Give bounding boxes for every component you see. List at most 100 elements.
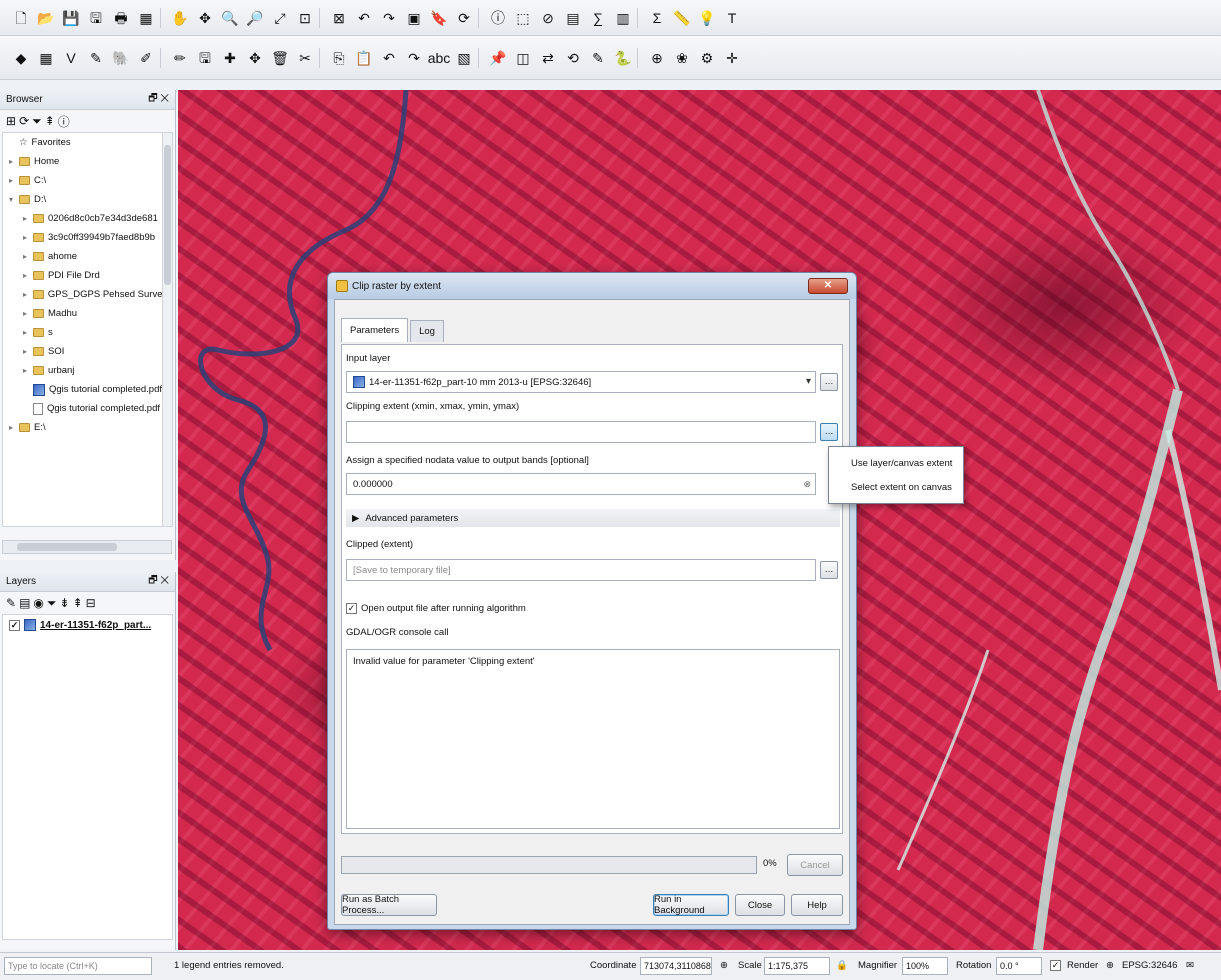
refresh-icon[interactable]: ⟳ <box>19 114 29 128</box>
messages-icon[interactable]: ✉ <box>1186 960 1194 971</box>
field-calc-icon[interactable]: ∑ <box>587 7 609 29</box>
expand-arrow-icon[interactable]: ▸ <box>23 347 33 356</box>
collapse-icon[interactable]: ⇞ <box>45 114 55 128</box>
expand-arrow-icon[interactable]: ▸ <box>9 176 19 185</box>
tree-item[interactable]: ▸ ahome <box>3 247 172 266</box>
grass-icon[interactable]: ❀ <box>671 47 693 69</box>
expand-arrow-icon[interactable]: ▸ <box>23 328 33 337</box>
tree-item[interactable]: ▸ Home <box>3 152 172 171</box>
add-group-icon[interactable]: ▤ <box>19 596 30 610</box>
rotate-label-icon[interactable]: ⟲ <box>562 47 584 69</box>
statistics-icon[interactable]: ▥ <box>612 7 634 29</box>
zoom-last-icon[interactable]: ↶ <box>353 7 375 29</box>
show-label-icon[interactable]: ◫ <box>512 47 534 69</box>
measure-icon[interactable]: 📏 <box>671 7 693 29</box>
style-icon[interactable]: ✎ <box>6 596 16 610</box>
undo-icon[interactable]: ↶ <box>378 47 400 69</box>
horizontal-scrollbar[interactable] <box>2 540 172 554</box>
pin-label-icon[interactable]: 📌 <box>487 47 509 69</box>
add-postgis-icon[interactable]: 🐘 <box>110 47 132 69</box>
menu-item-select-extent-on-canvas[interactable]: Select extent on canvas <box>829 475 963 499</box>
redo-icon[interactable]: ↷ <box>403 47 425 69</box>
expand-icon[interactable]: ⇟ <box>60 596 70 610</box>
print-layout-icon[interactable]: 🖶 <box>110 7 132 29</box>
layer-visibility-checkbox[interactable]: ✓ <box>9 619 20 631</box>
expand-arrow-icon[interactable]: ▸ <box>23 290 33 299</box>
zoom-selection-icon[interactable]: ⊠ <box>328 7 350 29</box>
label-icon[interactable]: abc <box>428 47 451 69</box>
bookmarks-icon[interactable]: 🔖 <box>428 7 450 29</box>
render-toggle[interactable]: ✓ Render <box>1050 960 1098 971</box>
copy-icon[interactable]: ⎘ <box>328 47 350 69</box>
tab-log[interactable]: Log <box>410 320 444 342</box>
zoom-full-icon[interactable]: ⤢ <box>269 7 291 29</box>
deselect-icon[interactable]: ⊘ <box>537 7 559 29</box>
expand-arrow-icon[interactable]: ▾ <box>9 195 19 204</box>
refresh-icon[interactable]: ⟳ <box>453 7 475 29</box>
nodata-spinbox[interactable]: 0.000000 ⊗ <box>346 473 816 495</box>
rotation-spinbox[interactable]: 0.0 ° <box>996 957 1042 975</box>
expand-arrow-icon[interactable]: ▸ <box>23 214 33 223</box>
toggle-editing-icon[interactable]: ✏ <box>169 47 191 69</box>
tree-item[interactable]: ▸ C:\ <box>3 171 172 190</box>
add-selected-icon[interactable]: ⊞ <box>6 114 16 128</box>
tree-item[interactable]: ▸ s <box>3 323 172 342</box>
collapse-icon[interactable]: ⇞ <box>73 596 83 610</box>
paste-icon[interactable]: 📋 <box>353 47 375 69</box>
zoom-next-icon[interactable]: ↷ <box>378 7 400 29</box>
expand-arrow-icon[interactable]: ▸ <box>23 233 33 242</box>
clipping-extent-field[interactable] <box>346 421 816 443</box>
lock-icon[interactable]: 🔒 <box>836 960 848 971</box>
zoom-to-layer-icon[interactable]: ⊡ <box>294 7 316 29</box>
pan-to-selection-icon[interactable]: ✥ <box>194 7 216 29</box>
tips-icon[interactable]: 💡 <box>696 7 718 29</box>
coordinate-field[interactable]: 713074,3110868 <box>640 957 712 975</box>
pan-icon[interactable]: ✋ <box>169 7 191 29</box>
close-icon[interactable]: 🗗 ✕ <box>148 573 169 590</box>
tree-item[interactable]: ▸ SOI <box>3 342 172 361</box>
add-csv-icon[interactable]: V <box>60 47 82 69</box>
attribute-table-icon[interactable]: ▤ <box>562 7 584 29</box>
magnifier-spinbox[interactable]: 100% <box>902 957 948 975</box>
new-project-icon[interactable]: 🗋 <box>10 7 32 29</box>
console-textarea[interactable]: Invalid value for parameter 'Clipping ex… <box>346 649 840 829</box>
expand-arrow-icon[interactable]: ▸ <box>23 252 33 261</box>
extent-menu-button[interactable]: … <box>820 423 838 441</box>
advanced-parameters-toggle[interactable]: ▶ Advanced parameters <box>346 509 840 527</box>
open-output-checkbox[interactable]: ✓ <box>346 603 357 614</box>
run-background-button[interactable]: Run in Background <box>653 894 729 916</box>
info-icon[interactable]: ⓘ <box>58 113 70 130</box>
clear-icon[interactable]: ⊗ <box>803 479 811 490</box>
tree-item[interactable]: ▸ Madhu <box>3 304 172 323</box>
move-feature-icon[interactable]: ✥ <box>244 47 266 69</box>
tree-item[interactable]: ▸ E:\ <box>3 418 172 437</box>
browse-button[interactable]: … <box>820 373 838 391</box>
layer-labeling-icon[interactable]: ▧ <box>453 47 475 69</box>
tree-item[interactable]: ▸ PDI File Drd <box>3 266 172 285</box>
crs-button[interactable]: EPSG:32646 <box>1122 960 1177 971</box>
sum-icon[interactable]: Σ <box>646 7 668 29</box>
save-edits-icon[interactable]: 🖫 <box>194 47 216 69</box>
close-button[interactable]: Close <box>735 894 785 916</box>
add-spatialite-icon[interactable]: ✎ <box>85 47 107 69</box>
crosshair-icon[interactable]: ✛ <box>721 47 743 69</box>
cut-icon[interactable]: ✂ <box>294 47 316 69</box>
expand-arrow-icon[interactable]: ▸ <box>23 309 33 318</box>
menu-item-use-layer-extent[interactable]: Use layer/canvas extent <box>829 451 963 475</box>
tree-item[interactable]: ☆ Favorites <box>3 133 172 152</box>
save-as-icon[interactable]: 🖫 <box>85 7 107 29</box>
filter-icon[interactable]: ⏷ <box>32 114 42 129</box>
tree-item[interactable]: ▾ D:\ <box>3 190 172 209</box>
close-button[interactable]: ✕ <box>808 278 848 294</box>
add-vector-icon[interactable]: ◆ <box>10 47 32 69</box>
cancel-button[interactable]: Cancel <box>787 854 843 876</box>
tree-item[interactable]: ▸ urbanj <box>3 361 172 380</box>
delete-selected-icon[interactable]: 🗑 <box>269 47 291 69</box>
input-layer-combo[interactable]: 14-er-11351-f62p_part-10 mm 2013-u [EPSG… <box>346 371 816 393</box>
tree-item[interactable]: Qgis tutorial completed.pdf <box>3 399 172 418</box>
save-project-icon[interactable]: 💾 <box>60 7 82 29</box>
georeferencer-icon[interactable]: ⊕ <box>646 47 668 69</box>
tab-parameters[interactable]: Parameters <box>341 318 409 342</box>
remove-layer-icon[interactable]: ⊟ <box>86 596 96 610</box>
new-map-view-icon[interactable]: ▣ <box>403 7 425 29</box>
